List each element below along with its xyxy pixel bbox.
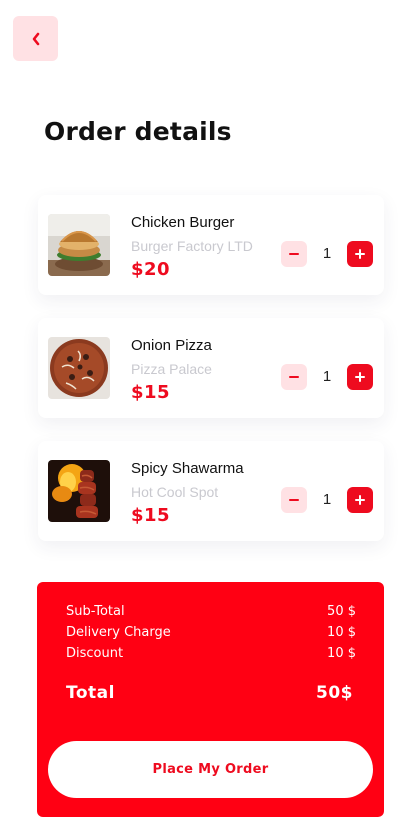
subtotal-value: 50 $ bbox=[327, 604, 356, 619]
plus-icon bbox=[355, 372, 365, 382]
item-name: Onion Pizza bbox=[131, 337, 212, 354]
order-item-card: Chicken Burger Burger Factory LTD $20 1 bbox=[38, 195, 384, 295]
total-value: 50$ bbox=[316, 683, 353, 703]
decrease-quantity-button[interactable] bbox=[281, 364, 307, 390]
page-title: Order details bbox=[44, 117, 232, 146]
item-price: $15 bbox=[131, 382, 171, 403]
item-vendor: Burger Factory LTD bbox=[131, 238, 253, 254]
increase-quantity-button[interactable] bbox=[347, 364, 373, 390]
quantity-value: 1 bbox=[322, 491, 332, 508]
decrease-quantity-button[interactable] bbox=[281, 241, 307, 267]
place-order-button[interactable]: Place My Order bbox=[48, 741, 373, 798]
delivery-charge-row: Delivery Charge 10 $ bbox=[66, 625, 356, 640]
plus-icon bbox=[355, 495, 365, 505]
item-vendor: Hot Cool Spot bbox=[131, 484, 219, 500]
item-name: Spicy Shawarma bbox=[131, 460, 244, 477]
discount-row: Discount 10 $ bbox=[66, 646, 356, 661]
increase-quantity-button[interactable] bbox=[347, 487, 373, 513]
discount-value: 10 $ bbox=[327, 646, 356, 661]
decrease-quantity-button[interactable] bbox=[281, 487, 307, 513]
pizza-image bbox=[48, 337, 110, 399]
minus-icon bbox=[289, 499, 299, 501]
burger-image bbox=[48, 214, 110, 276]
order-item-card: Spicy Shawarma Hot Cool Spot $15 1 bbox=[38, 441, 384, 541]
back-button[interactable] bbox=[13, 16, 58, 61]
chevron-left-icon bbox=[32, 32, 39, 45]
item-name: Chicken Burger bbox=[131, 214, 235, 231]
discount-label: Discount bbox=[66, 646, 124, 661]
delivery-charge-label: Delivery Charge bbox=[66, 625, 171, 640]
total-row: Total 50$ bbox=[66, 683, 353, 703]
total-label: Total bbox=[66, 683, 115, 703]
minus-icon bbox=[289, 253, 299, 255]
subtotal-label: Sub-Total bbox=[66, 604, 125, 619]
minus-icon bbox=[289, 376, 299, 378]
item-vendor: Pizza Palace bbox=[131, 361, 212, 377]
shawarma-image bbox=[48, 460, 110, 522]
order-details-screen: Order details Chicken Burger Burger Fact… bbox=[0, 0, 405, 833]
order-item-card: Onion Pizza Pizza Palace $15 1 bbox=[38, 318, 384, 418]
item-price: $15 bbox=[131, 505, 171, 526]
plus-icon bbox=[355, 249, 365, 259]
subtotal-row: Sub-Total 50 $ bbox=[66, 604, 356, 619]
increase-quantity-button[interactable] bbox=[347, 241, 373, 267]
delivery-charge-value: 10 $ bbox=[327, 625, 356, 640]
order-summary-panel: Sub-Total 50 $ Delivery Charge 10 $ Disc… bbox=[37, 582, 384, 817]
quantity-value: 1 bbox=[322, 245, 332, 262]
item-price: $20 bbox=[131, 259, 171, 280]
quantity-value: 1 bbox=[322, 368, 332, 385]
